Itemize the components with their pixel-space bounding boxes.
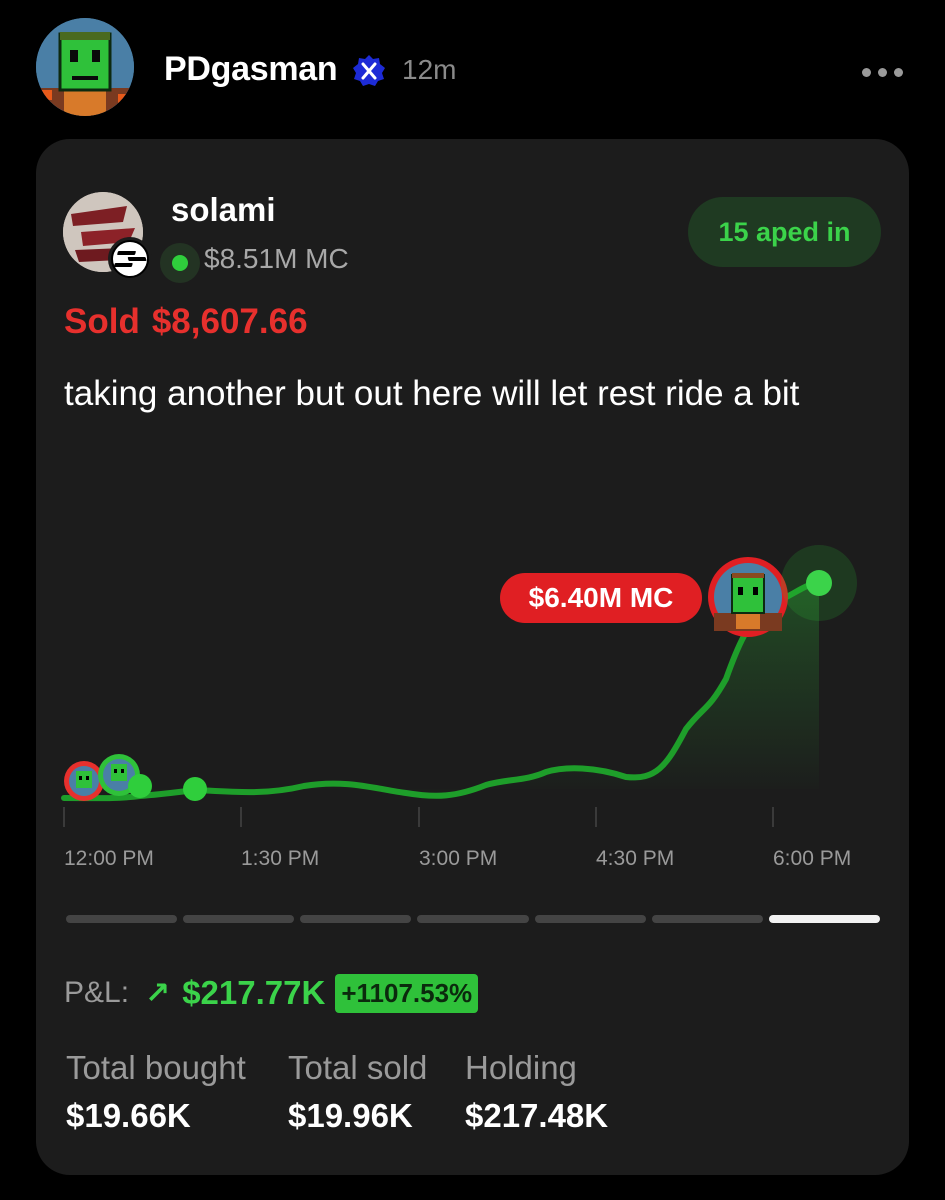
mc-annotation[interactable]: $6.40M MC <box>500 573 702 623</box>
more-horizontal-icon[interactable] <box>862 62 906 82</box>
x-verified-badge-icon <box>352 54 386 88</box>
trade-dot[interactable] <box>128 774 152 798</box>
pnl-label: P&L: <box>64 976 130 1009</box>
username[interactable]: PDgasman <box>164 50 338 89</box>
trade-card[interactable]: solami $8.51M MC 15 aped in Sold $8,607.6… <box>36 139 909 1175</box>
sell-marker[interactable] <box>708 557 788 637</box>
post-time: 12m <box>402 54 457 85</box>
buy-marker[interactable] <box>64 761 104 801</box>
timeframe-tab[interactable] <box>651 915 763 923</box>
mc-annotation-label: $6.40M MC <box>529 582 674 613</box>
stat-label: Total sold <box>288 1049 428 1086</box>
timeframe-tab[interactable] <box>534 915 646 923</box>
stat-total-sold: Total sold $19.96K <box>288 1049 427 1135</box>
user-avatar[interactable] <box>36 18 134 116</box>
timeframe-tab[interactable] <box>417 915 529 923</box>
stat-value: $19.96K <box>288 1097 413 1134</box>
current-price-dot[interactable] <box>806 570 832 596</box>
timeframe-tabs <box>66 915 880 923</box>
stat-holding: Holding $217.48K <box>465 1049 608 1135</box>
stat-value: $217.48K <box>465 1097 609 1134</box>
stat-total-bought: Total bought $19.66K <box>66 1049 246 1135</box>
pnl-value: $217.77K <box>182 974 326 1011</box>
trade-dot[interactable] <box>183 777 207 801</box>
price-area <box>64 583 819 799</box>
timeframe-tab[interactable] <box>300 915 412 923</box>
pnl-percent-badge: +1107.53% <box>335 973 479 1013</box>
arrow-up-right-icon: ↗ <box>145 976 171 1010</box>
x-tick-label: 3:00 PM <box>419 847 497 870</box>
x-tick-label: 1:30 PM <box>241 847 319 870</box>
pnl-row: P&L: ↗ $217.77K +1107.53% <box>64 973 479 1013</box>
timeframe-tab[interactable] <box>66 915 178 923</box>
price-chart[interactable]: 12:00 PM 1:30 PM 3:00 PM 4:30 PM 6:00 PM… <box>36 139 909 899</box>
stat-value: $19.66K <box>66 1097 191 1134</box>
timeframe-tab-active[interactable] <box>768 915 880 923</box>
x-tick-label: 6:00 PM <box>773 847 851 870</box>
x-tick-label: 4:30 PM <box>596 847 674 870</box>
x-tick-label: 12:00 PM <box>64 847 154 870</box>
timeframe-tab[interactable] <box>183 915 295 923</box>
stat-label: Holding <box>465 1049 577 1086</box>
stat-label: Total bought <box>66 1049 246 1086</box>
post-header: PDgasman 12m <box>0 0 945 140</box>
